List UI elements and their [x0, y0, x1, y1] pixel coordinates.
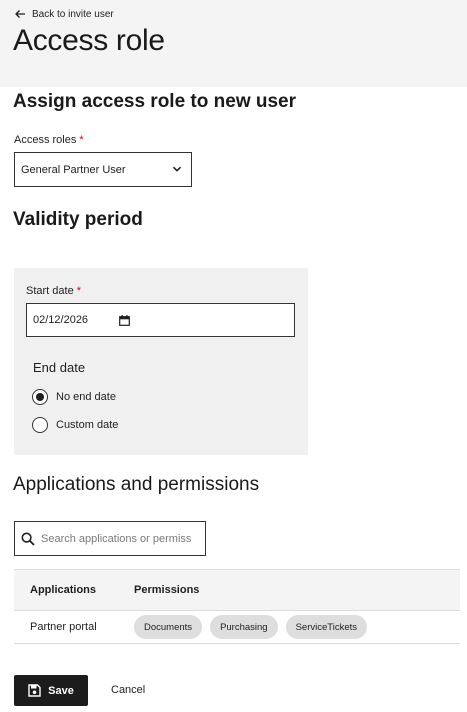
end-date-label: End date: [33, 360, 86, 375]
assign-role-heading: Assign access role to new user: [13, 91, 297, 112]
permissions-table: Applications Permissions Partner portal …: [14, 569, 460, 644]
save-button[interactable]: Save: [14, 675, 88, 706]
access-roles-label: Access roles *: [14, 134, 84, 146]
page-title: Access role: [13, 24, 165, 57]
arrow-left-icon: [15, 10, 25, 18]
permission-chip: ServiceTickets: [285, 615, 368, 639]
application-name: Partner portal: [30, 621, 97, 633]
permission-chip: Documents: [134, 615, 203, 639]
permission-chip: Purchasing: [210, 615, 278, 639]
search-icon: [21, 531, 35, 546]
custom-date-radio[interactable]: Custom date: [32, 417, 118, 433]
search-input[interactable]: [41, 532, 191, 545]
table-row: Partner portal Documents Purchasing Serv…: [14, 611, 460, 644]
calendar-icon[interactable]: [119, 315, 130, 326]
required-mark: *: [79, 134, 84, 146]
start-date-label: Start date *: [26, 285, 81, 297]
save-button-label: Save: [48, 684, 74, 697]
access-roles-label-text: Access roles: [14, 134, 77, 146]
access-roles-value: General Partner User: [21, 163, 126, 176]
custom-date-label: Custom date: [56, 419, 119, 431]
no-end-date-radio[interactable]: No end date: [32, 389, 116, 405]
back-link-label: Back to invite user: [32, 8, 114, 20]
permission-chips: Documents Purchasing ServiceTickets: [130, 615, 460, 639]
radio-selected-icon[interactable]: [32, 389, 48, 405]
required-mark: *: [76, 285, 82, 297]
applications-heading: Applications and permissions: [13, 474, 260, 495]
table-header: Applications Permissions: [14, 569, 460, 611]
start-date-value: 02/12/2026: [33, 314, 89, 326]
no-end-date-label: No end date: [56, 391, 116, 403]
start-date-label-text: Start date: [26, 285, 74, 297]
cancel-button[interactable]: Cancel: [111, 684, 145, 696]
column-permissions: Permissions: [134, 584, 200, 596]
access-roles-select[interactable]: General Partner User: [14, 152, 192, 187]
validity-heading: Validity period: [13, 209, 143, 230]
save-icon: [28, 684, 41, 697]
start-date-input[interactable]: 02/12/2026: [26, 303, 295, 337]
column-applications: Applications: [30, 584, 97, 596]
applications-search[interactable]: [14, 521, 206, 556]
radio-unselected-icon[interactable]: [32, 417, 48, 433]
chevron-down-icon: [172, 166, 182, 172]
back-link[interactable]: Back to invite user: [14, 8, 114, 20]
